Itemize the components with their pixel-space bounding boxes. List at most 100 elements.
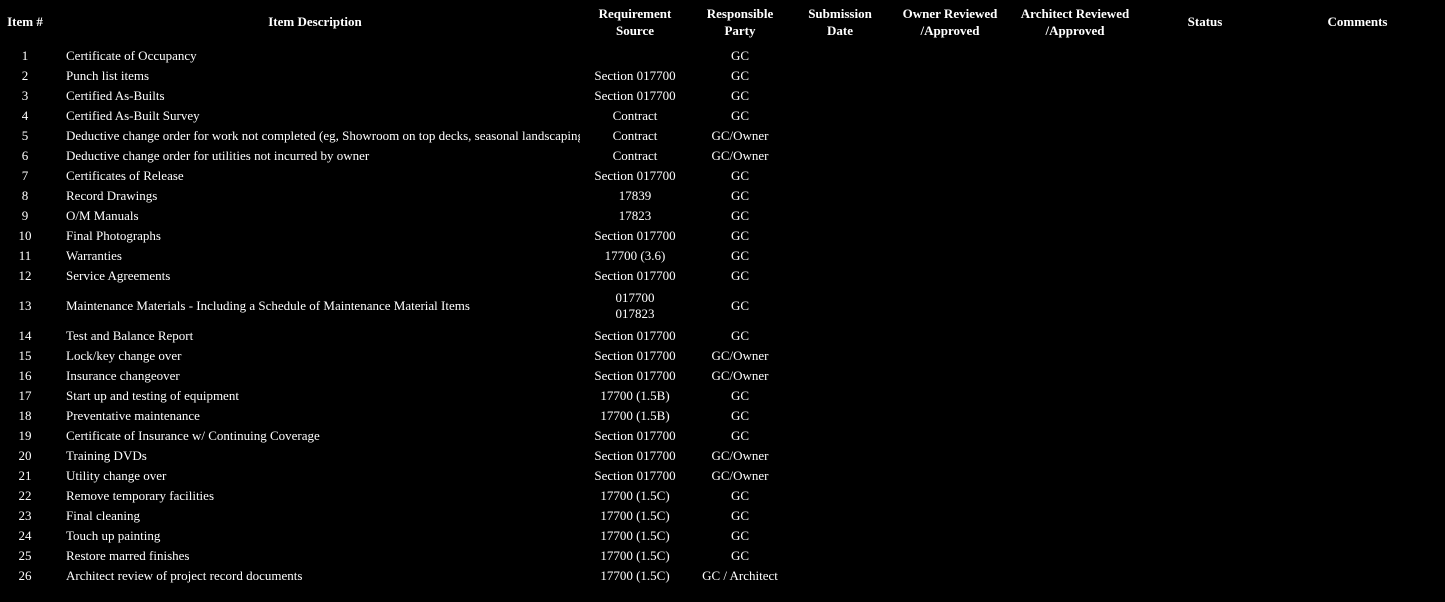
cell-arch [1010,146,1140,166]
cell-subdate [790,526,890,546]
cell-comments [1270,426,1445,446]
header-resp: Responsible Party [690,0,790,46]
cell-comments [1270,206,1445,226]
cell-resp: GC/Owner [690,346,790,366]
cell-reqsrc: Section 017700 [580,426,690,446]
cell-itemno: 25 [0,546,50,566]
cell-status [1140,486,1270,506]
cell-subdate [790,126,890,146]
cell-owner [890,166,1010,186]
cell-reqsrc: 17700 (1.5C) [580,566,690,586]
cell-arch [1010,106,1140,126]
cell-arch [1010,246,1140,266]
table-row: 11Warranties17700 (3.6)GC [0,246,1445,266]
cell-owner [890,486,1010,506]
cell-reqsrc [580,46,690,66]
cell-desc: Warranties [50,246,580,266]
cell-status [1140,266,1270,286]
cell-itemno: 18 [0,406,50,426]
cell-arch [1010,406,1140,426]
cell-desc: Deductive change order for work not comp… [50,126,580,146]
cell-arch [1010,346,1140,366]
cell-itemno: 16 [0,366,50,386]
cell-subdate [790,286,890,326]
cell-arch [1010,386,1140,406]
cell-desc: Deductive change order for utilities not… [50,146,580,166]
cell-desc: Test and Balance Report [50,326,580,346]
cell-subdate [790,186,890,206]
cell-comments [1270,526,1445,546]
cell-comments [1270,326,1445,346]
cell-subdate [790,486,890,506]
cell-itemno: 3 [0,86,50,106]
cell-status [1140,46,1270,66]
cell-reqsrc: Section 017700 [580,326,690,346]
header-reqsrc: Requirement Source [580,0,690,46]
cell-arch [1010,486,1140,506]
table-row: 6Deductive change order for utilities no… [0,146,1445,166]
table-row: 24Touch up painting17700 (1.5C)GC [0,526,1445,546]
cell-desc: Certificate of Occupancy [50,46,580,66]
cell-itemno: 19 [0,426,50,446]
cell-comments [1270,266,1445,286]
cell-owner [890,226,1010,246]
table-row: 12Service AgreementsSection 017700GC [0,266,1445,286]
table-row: 19Certificate of Insurance w/ Continuing… [0,426,1445,446]
table-row: 9O/M Manuals17823GC [0,206,1445,226]
table-row: 3Certified As-BuiltsSection 017700GC [0,86,1445,106]
cell-resp: GC [690,246,790,266]
table-row: 26Architect review of project record doc… [0,566,1445,586]
cell-desc: Insurance changeover [50,366,580,386]
cell-status [1140,466,1270,486]
cell-owner [890,566,1010,586]
header-comments: Comments [1270,0,1445,46]
cell-itemno: 24 [0,526,50,546]
cell-arch [1010,46,1140,66]
cell-owner [890,146,1010,166]
cell-itemno: 11 [0,246,50,266]
cell-comments [1270,106,1445,126]
cell-itemno: 9 [0,206,50,226]
cell-resp: GC [690,46,790,66]
cell-owner [890,186,1010,206]
cell-status [1140,66,1270,86]
table-row: 18Preventative maintenance17700 (1.5B)GC [0,406,1445,426]
cell-comments [1270,546,1445,566]
cell-resp: GC / Architect [690,566,790,586]
cell-reqsrc: 017700017823 [580,286,690,326]
cell-desc: Punch list items [50,66,580,86]
cell-status [1140,386,1270,406]
cell-reqsrc: Section 017700 [580,446,690,466]
cell-resp: GC [690,86,790,106]
cell-arch [1010,266,1140,286]
cell-desc: Touch up painting [50,526,580,546]
cell-subdate [790,226,890,246]
cell-subdate [790,206,890,226]
cell-desc: Certificates of Release [50,166,580,186]
cell-arch [1010,206,1140,226]
cell-owner [890,286,1010,326]
table-row: 17Start up and testing of equipment17700… [0,386,1445,406]
cell-resp: GC/Owner [690,446,790,466]
cell-reqsrc: Section 017700 [580,86,690,106]
cell-desc: Maintenance Materials - Including a Sche… [50,286,580,326]
table-row: 7Certificates of ReleaseSection 017700GC [0,166,1445,186]
cell-owner [890,106,1010,126]
table-row: 4Certified As-Built SurveyContractGC [0,106,1445,126]
cell-owner [890,46,1010,66]
cell-subdate [790,266,890,286]
cell-arch [1010,286,1140,326]
cell-status [1140,406,1270,426]
table-row: 13Maintenance Materials - Including a Sc… [0,286,1445,326]
table-row: 5Deductive change order for work not com… [0,126,1445,146]
cell-resp: GC [690,506,790,526]
cell-itemno: 10 [0,226,50,246]
cell-status [1140,146,1270,166]
cell-reqsrc: Section 017700 [580,346,690,366]
closeout-table: Item # Item Description Requirement Sour… [0,0,1445,586]
cell-desc: Final Photographs [50,226,580,246]
cell-itemno: 12 [0,266,50,286]
header-desc: Item Description [50,0,580,46]
cell-comments [1270,166,1445,186]
cell-owner [890,326,1010,346]
